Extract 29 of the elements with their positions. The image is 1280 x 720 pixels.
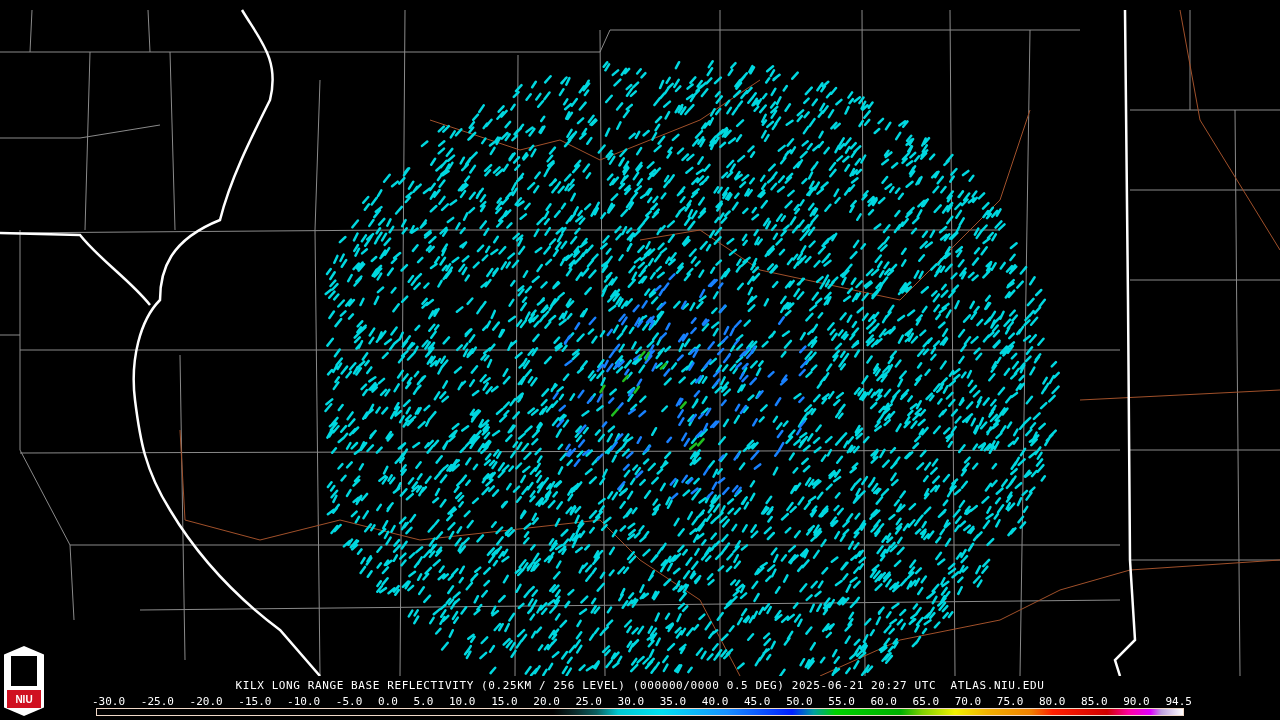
tick-label: 55.0	[828, 694, 855, 708]
tick-label: 10.0	[449, 694, 476, 708]
tick-label: 94.5	[1165, 694, 1192, 708]
tick-label: 30.0	[617, 694, 645, 708]
tick-label: -30.0	[92, 694, 126, 708]
tick-label: 75.0	[996, 694, 1024, 708]
logo-text: NIU	[15, 693, 33, 705]
tick-label: 45.0	[744, 694, 771, 708]
tick-label: -5.0	[335, 694, 363, 708]
tick-label: 70.0	[954, 694, 982, 708]
tick-label: -10.0	[287, 694, 321, 708]
tick-label: -20.0	[189, 694, 223, 708]
tick-label: 65.0	[912, 694, 940, 708]
tick-label: 35.0	[659, 694, 687, 708]
tick-label: 85.0	[1081, 694, 1108, 708]
tick-label: 80.0	[1038, 694, 1066, 708]
caption-text: KILX LONG RANGE BASE REFLECTIVITY (0.25KM / 256 LEVEL) (000000/0000 0.5 DEG) 2025-06-21 20:27 UTC ATLAS.NIU.EDU	[235, 678, 1045, 692]
tick-label: 5.0	[413, 694, 434, 708]
tick-label: 60.0	[870, 694, 897, 708]
tower-icon	[11, 656, 37, 686]
tick-label: 40.0	[701, 694, 729, 708]
tick-label: 0.0	[377, 694, 398, 708]
tick-label: 15.0	[491, 694, 518, 708]
tick-label: 50.0	[786, 694, 813, 708]
tick-label: -25.0	[140, 694, 174, 708]
tick-label: 25.0	[575, 694, 602, 708]
tick-label: -15.0	[238, 694, 272, 708]
tick-label: 90.0	[1123, 694, 1150, 708]
tick-label: 20.0	[533, 694, 560, 708]
